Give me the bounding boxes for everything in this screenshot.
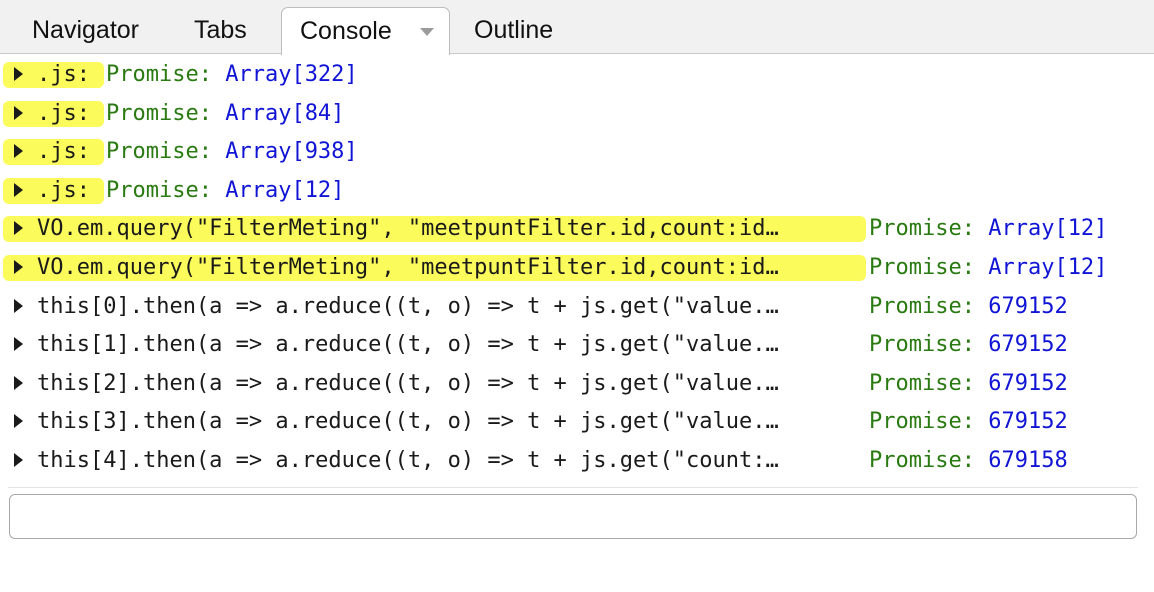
result-type: Promise: (869, 293, 975, 319)
result-type: Promise: (869, 409, 975, 435)
console-row[interactable]: this[2].then(a => a.reduce((t, o) => t +… (0, 364, 1154, 403)
result-value: 679158 (988, 448, 1068, 473)
disclosure-triangle-icon[interactable] (14, 375, 23, 390)
console-expression: .js: (37, 100, 90, 126)
console-result: Promise: 679152 (869, 292, 1068, 322)
disclosure-triangle-icon[interactable] (14, 337, 23, 352)
disclosure-triangle-icon[interactable] (14, 182, 23, 197)
console-expression: this[1].then(a => a.reduce((t, o) => t +… (37, 332, 779, 358)
chevron-down-icon[interactable] (420, 28, 434, 36)
console-result: Promise: Array[12] (869, 253, 1107, 283)
disclosure-triangle-icon[interactable] (14, 414, 23, 429)
disclosure-triangle-icon[interactable] (14, 453, 23, 467)
console-divider (8, 487, 1138, 488)
console-result: Promise: 679158 (869, 446, 1068, 476)
console-expression: this[4].then(a => a.reduce((t, o) => t +… (37, 448, 779, 473)
tab-console-label: Console (300, 17, 392, 45)
disclosure-triangle-icon[interactable] (14, 221, 23, 236)
console-row[interactable]: this[3].then(a => a.reduce((t, o) => t +… (0, 402, 1154, 441)
console-row[interactable]: .js: Promise: Array[12] (0, 171, 1154, 210)
console-row[interactable]: .js: Promise: Array[322] (0, 55, 1154, 94)
disclosure-triangle-icon[interactable] (14, 144, 23, 159)
console-row[interactable]: VO.em.query("FilterMeting", "meetpuntFil… (0, 209, 1154, 248)
console-expression: VO.em.query("FilterMeting", "meetpuntFil… (37, 255, 779, 280)
result-value: 679152 (988, 293, 1068, 319)
console-result: Promise: Array[84] (106, 99, 344, 129)
console-input[interactable] (9, 494, 1137, 539)
tab-navigator[interactable]: Navigator (32, 7, 139, 54)
console-row[interactable]: .js: Promise: Array[938] (0, 132, 1154, 171)
result-value: Array[938] (225, 139, 358, 165)
result-type: Promise: (869, 448, 975, 473)
console-expression: this[3].then(a => a.reduce((t, o) => t +… (37, 409, 779, 435)
console-expression: .js: (37, 177, 90, 203)
console-result: Promise: 679152 (869, 407, 1068, 437)
disclosure-triangle-icon[interactable] (14, 105, 23, 120)
tab-outline[interactable]: Outline (474, 7, 553, 54)
result-value: Array[12] (225, 177, 345, 203)
disclosure-triangle-icon[interactable] (14, 298, 23, 313)
result-type: Promise: (869, 332, 975, 358)
console-row[interactable]: .js: Promise: Array[84] (0, 94, 1154, 133)
console-expression: VO.em.query("FilterMeting", "meetpuntFil… (37, 216, 779, 242)
console-row[interactable]: this[1].then(a => a.reduce((t, o) => t +… (0, 325, 1154, 364)
console-row[interactable]: this[0].then(a => a.reduce((t, o) => t +… (0, 287, 1154, 326)
console-result: Promise: Array[322] (106, 60, 358, 90)
result-value: 679152 (988, 370, 1068, 396)
console-row[interactable]: VO.em.query("FilterMeting", "meetpuntFil… (0, 248, 1154, 287)
console-row[interactable]: this[4].then(a => a.reduce((t, o) => t +… (0, 441, 1154, 480)
result-type: Promise: (106, 139, 212, 165)
tab-console[interactable]: Console (281, 7, 450, 55)
console-expression: this[0].then(a => a.reduce((t, o) => t +… (37, 293, 779, 319)
console-result: Promise: Array[12] (869, 214, 1107, 244)
console-result: Promise: 679152 (869, 369, 1068, 399)
result-value: Array[84] (225, 100, 345, 126)
tab-tabs[interactable]: Tabs (194, 7, 247, 54)
result-type: Promise: (869, 255, 975, 280)
result-value: 679152 (988, 409, 1068, 435)
result-type: Promise: (869, 370, 975, 396)
console-expression: this[2].then(a => a.reduce((t, o) => t +… (37, 370, 779, 396)
result-type: Promise: (869, 216, 975, 242)
result-type: Promise: (106, 177, 212, 203)
disclosure-triangle-icon[interactable] (14, 67, 23, 81)
result-type: Promise: (106, 62, 212, 87)
tab-bar: Navigator Tabs Console Outline (0, 0, 1154, 55)
console-expression: .js: (37, 62, 90, 87)
console-result: Promise: Array[12] (106, 176, 344, 206)
disclosure-triangle-icon[interactable] (14, 260, 23, 274)
result-type: Promise: (106, 100, 212, 126)
result-value: Array[322] (225, 62, 358, 87)
result-value: 679152 (988, 332, 1068, 358)
console-result: Promise: Array[938] (106, 137, 358, 167)
result-value: Array[12] (988, 255, 1108, 280)
console-expression: .js: (37, 139, 90, 165)
console-result: Promise: 679152 (869, 330, 1068, 360)
result-value: Array[12] (988, 216, 1108, 242)
